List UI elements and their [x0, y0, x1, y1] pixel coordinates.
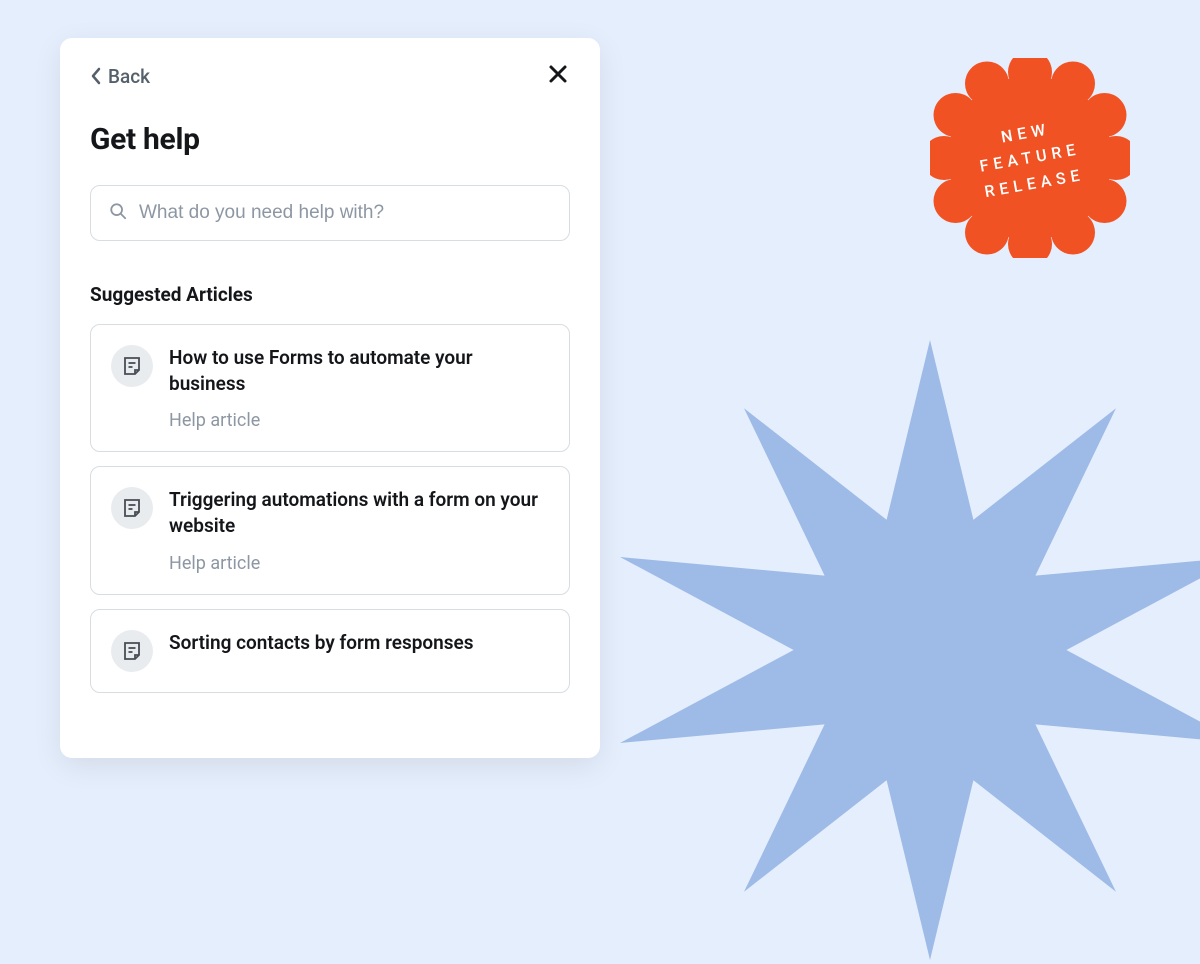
suggested-heading: Suggested Articles	[90, 283, 570, 306]
note-icon	[111, 345, 153, 387]
close-button[interactable]	[546, 64, 570, 88]
note-icon	[111, 487, 153, 529]
suggested-article[interactable]: How to use Forms to automate your busine…	[90, 324, 570, 452]
close-icon	[548, 64, 568, 88]
article-title: Triggering automations with a form on yo…	[169, 487, 549, 538]
badge-text: NEW FEATURE RELEASE	[914, 42, 1146, 274]
page-title: Get help	[90, 122, 570, 157]
panel-header: Back	[90, 64, 570, 88]
chevron-left-icon	[90, 67, 102, 85]
article-body: How to use Forms to automate your busine…	[169, 345, 549, 431]
feature-badge: NEW FEATURE RELEASE	[930, 58, 1130, 258]
note-icon	[111, 630, 153, 672]
article-body: Triggering automations with a form on yo…	[169, 487, 549, 573]
decorative-starburst	[620, 340, 1200, 960]
suggested-article[interactable]: Triggering automations with a form on yo…	[90, 466, 570, 594]
search-icon	[109, 202, 127, 224]
article-title: How to use Forms to automate your busine…	[169, 345, 549, 396]
back-label: Back	[108, 65, 150, 88]
back-button[interactable]: Back	[90, 65, 150, 88]
suggested-article[interactable]: Sorting contacts by form responses	[90, 609, 570, 693]
article-subtitle: Help article	[169, 410, 549, 431]
article-subtitle: Help article	[169, 553, 549, 574]
article-body: Sorting contacts by form responses	[169, 630, 474, 672]
search-input[interactable]	[139, 202, 551, 224]
article-title: Sorting contacts by form responses	[169, 630, 474, 656]
search-box[interactable]	[90, 185, 570, 241]
help-panel: Back Get help Suggested Articles	[60, 38, 600, 758]
